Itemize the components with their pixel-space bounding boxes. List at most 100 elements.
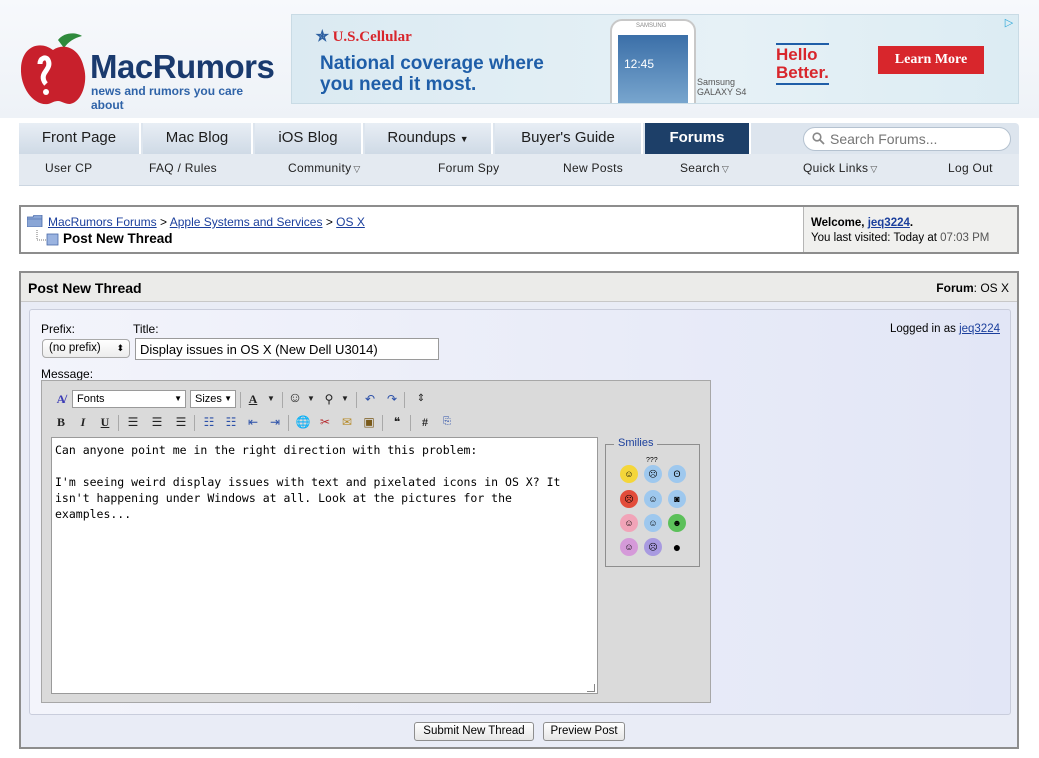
remove-link-icon[interactable]: ✂ [316, 413, 334, 431]
insert-email-icon[interactable]: ✉ [338, 413, 356, 431]
folder-icon[interactable] [27, 215, 43, 227]
mad-icon[interactable]: ☹ [620, 490, 638, 508]
grin-icon[interactable]: ☻ [668, 514, 686, 532]
ad-slogan: Hello Better. [776, 43, 829, 85]
size-select[interactable]: Sizes ▼ [190, 390, 236, 408]
panel-header: Post New Thread Forum: OS X [21, 273, 1017, 302]
tab-ios-blog[interactable]: iOS Blog [255, 123, 363, 154]
welcome-panel: Welcome, jeq3224. You last visited: Toda… [803, 207, 1017, 252]
caret-down-icon: ▼ [459, 134, 469, 144]
title-label: Title: [133, 322, 159, 336]
message-textarea[interactable]: Can anyone point me in the right directi… [51, 437, 598, 694]
quote-icon[interactable]: ❝ [388, 413, 406, 431]
smile-icon[interactable]: ☺ [620, 465, 638, 483]
wink-icon[interactable]: ☺ [644, 490, 662, 508]
forum-search[interactable] [803, 127, 1011, 151]
unordered-list-icon[interactable]: ☷ [222, 413, 240, 431]
ordered-list-icon[interactable]: ☷ [200, 413, 218, 431]
align-center-icon[interactable]: ☰ [148, 413, 166, 431]
breadcrumb-link-forums[interactable]: MacRumors Forums [48, 215, 157, 229]
subnav-faq-rules[interactable]: FAQ / Rules [149, 161, 217, 175]
preview-post-button[interactable]: Preview Post [543, 722, 625, 741]
panel-forum: Forum: OS X [936, 281, 1009, 295]
align-left-icon[interactable]: ☰ [124, 413, 142, 431]
cool-icon[interactable]: ◙ [668, 490, 686, 508]
dropdown-arrow-icon[interactable]: ▼ [302, 390, 320, 408]
ad-banner[interactable]: ✯ U.S.Cellular National coverage where yo… [291, 14, 1019, 104]
confused-icon[interactable]: ☹ [644, 465, 662, 483]
tab-forums[interactable]: Forums [645, 123, 751, 154]
smilies-label: Smilies [614, 437, 658, 449]
undo-icon[interactable]: ↶ [361, 390, 379, 408]
dropdown-arrow-icon[interactable]: ▼ [262, 390, 280, 408]
italic-button[interactable]: I [74, 413, 92, 431]
font-select[interactable]: Fonts ▼ [72, 390, 186, 408]
outdent-icon[interactable]: ⇤ [244, 413, 262, 431]
text-color-icon[interactable]: A [244, 390, 262, 408]
subnav-log-out[interactable]: Log Out [948, 161, 993, 175]
ad-brand: ✯ U.S.Cellular [316, 29, 412, 45]
prefix-select[interactable]: (no prefix) ⬍ [42, 339, 130, 358]
subnav-search[interactable]: Search ▽ [680, 161, 729, 175]
panel-title: Post New Thread [28, 280, 142, 296]
triangle-down-icon: ▽ [353, 164, 361, 174]
subnav-quick-links[interactable]: Quick Links ▽ [803, 161, 878, 175]
ad-headline-2: you need it most. [320, 74, 477, 95]
submit-new-thread-button[interactable]: Submit New Thread [414, 722, 534, 741]
php-code-icon[interactable]: ⎘ [438, 413, 456, 431]
remove-format-icon[interactable]: A̸ [52, 390, 70, 408]
frown-icon[interactable]: ☹ [644, 538, 662, 556]
breadcrumb-link-os-x[interactable]: OS X [336, 215, 365, 229]
adchoices-icon[interactable]: ▷ [1002, 16, 1016, 30]
breadcrumb-link-apple-systems[interactable]: Apple Systems and Services [170, 215, 323, 229]
phone-time: 12:45 [624, 57, 655, 71]
breadcrumb-box: MacRumors Forums > Apple Systems and Ser… [19, 205, 1019, 254]
eek-icon[interactable]: ʘ [668, 465, 686, 483]
subnav-user-cp[interactable]: User CP [45, 161, 92, 175]
prefix-label: Prefix: [41, 322, 76, 336]
apple-icon[interactable]: ● [668, 538, 686, 556]
dropdown-arrow-icon: ▼ [174, 394, 182, 403]
apple-logo-icon [20, 33, 86, 105]
resize-editor-icon[interactable]: ⇕ [412, 390, 430, 408]
welcome-username-link[interactable]: jeq3224 [868, 217, 910, 229]
toolbar-separator [410, 415, 411, 431]
insert-link-icon[interactable]: 🌐 [294, 413, 312, 431]
tongue-icon[interactable]: ☺ [620, 514, 638, 532]
insert-image-icon[interactable]: ▣ [360, 413, 378, 431]
ad-learn-more-button[interactable]: Learn More [878, 46, 984, 74]
underline-button[interactable]: U [96, 413, 114, 431]
title-input[interactable] [135, 338, 439, 360]
logo-tagline: news and rumors you care about [91, 84, 244, 112]
toolbar-row-1: A̸ Fonts ▼ Sizes ▼ A ▼ ☺ ▼ ⚲ ▼ ↶ ↷ ⇕ [50, 390, 450, 410]
toolbar-separator [356, 392, 357, 408]
dropdown-arrow-icon[interactable]: ▼ [336, 390, 354, 408]
message-label: Message: [41, 367, 94, 381]
align-right-icon[interactable]: ☰ [172, 413, 190, 431]
triangle-down-icon: ▽ [721, 164, 730, 174]
breadcrumb: MacRumors Forums > Apple Systems and Ser… [21, 207, 803, 252]
subnav-new-posts[interactable]: New Posts [563, 161, 623, 175]
textarea-resize-handle[interactable] [587, 684, 595, 692]
logo-wordmark: MacRumors [90, 48, 275, 85]
subnav-forum-spy[interactable]: Forum Spy [438, 161, 499, 175]
logged-in-username-link[interactable]: jeq3224 [959, 323, 1000, 335]
post-form: Prefix: Title: (no prefix)⬍ Logged in as… [29, 309, 1011, 715]
bold-button[interactable]: B [52, 413, 70, 431]
tab-front-page[interactable]: Front Page [19, 123, 141, 154]
macrumors-logo[interactable]: MacRumors news and rumors you care about [18, 28, 278, 112]
rolleyes-icon[interactable]: ☺ [620, 538, 638, 556]
redo-icon[interactable]: ↷ [383, 390, 401, 408]
toolbar-separator [118, 415, 119, 431]
confused-text: ??? [646, 457, 658, 464]
phone-brand: SAMSUNG [636, 23, 667, 29]
tab-mac-blog[interactable]: Mac Blog [143, 123, 253, 154]
updown-icon: ⬍ [116, 343, 124, 353]
indent-icon[interactable]: ⇥ [266, 413, 284, 431]
happy-icon[interactable]: ☺ [644, 514, 662, 532]
subnav-community[interactable]: Community ▽ [288, 161, 361, 175]
search-input[interactable] [828, 130, 1004, 148]
code-hash-button[interactable]: # [416, 413, 434, 431]
tab-roundups[interactable]: Roundups ▼ [365, 123, 493, 154]
tab-buyers-guide[interactable]: Buyer's Guide [495, 123, 643, 154]
